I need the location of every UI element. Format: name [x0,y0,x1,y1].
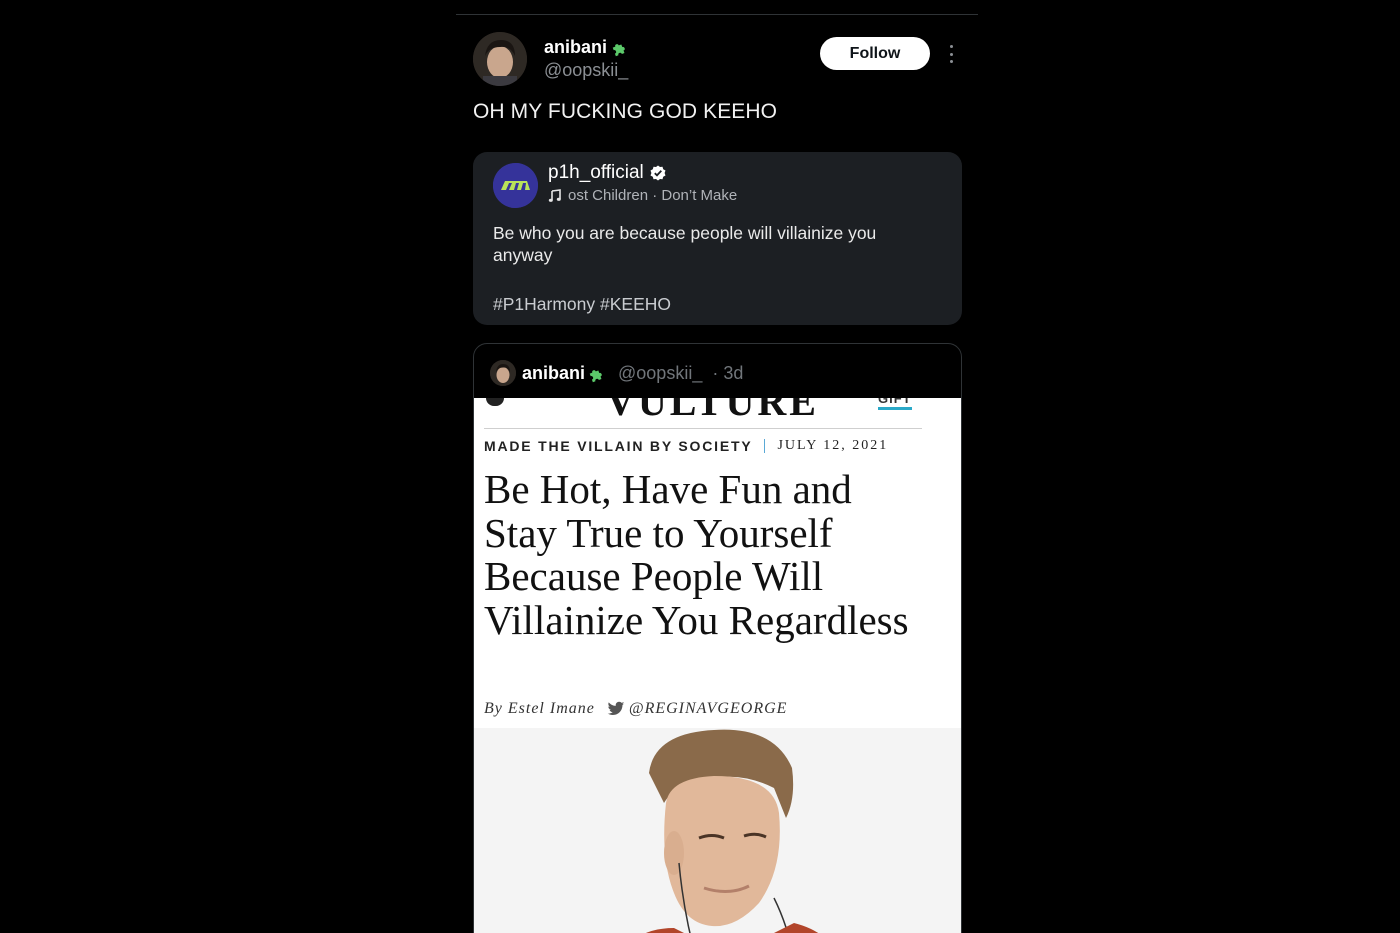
author-avatar[interactable] [473,32,527,86]
quoted-avatar[interactable] [493,163,538,208]
more-icon[interactable] [944,42,958,66]
article-photo [474,728,961,933]
kicker-text: MADE THE VILLAIN BY SOCIETY [484,438,753,454]
twitter-icon [607,701,625,715]
embedded-name[interactable]: anibani [522,363,585,384]
site-badge-icon [486,398,504,406]
byline-twitter: @REGINAVGEORGE [628,700,788,717]
gift-link: GIFT [878,398,912,410]
quoted-name-row[interactable]: p1h_official [548,162,666,184]
quoted-body: Be who you are because people will villa… [493,223,877,265]
article-byline: By Estel Imane @REGINAVGEORGE [484,700,787,718]
author-block: anibani @oopskii_ [544,36,631,81]
post-text: OH MY FUCKING GOD KEEHO [473,100,778,123]
puzzle-icon [589,370,602,383]
verified-icon [650,165,666,181]
embedded-avatar[interactable] [490,360,516,386]
embedded-handle[interactable]: @oopskii_ [618,363,702,384]
article-screenshot[interactable]: VULTURE GIFT MADE THE VILLAIN BY SOCIETY… [474,398,961,933]
embedded-post[interactable]: anibani @oopskii_ · 3d VULTURE GIFT MADE… [473,343,962,933]
embedded-name-row[interactable]: anibani [522,362,608,384]
author-name-row[interactable]: anibani [544,36,631,58]
author-handle[interactable]: @oopskii_ [544,59,631,81]
quoted-post[interactable]: p1h_official ost Children · Don’t Make B… [473,152,962,325]
quoted-music-row[interactable]: ost Children · Don’t Make [548,187,737,204]
follow-button[interactable]: Follow [820,37,930,70]
author-name[interactable]: anibani [544,36,607,58]
article-kicker: MADE THE VILLAIN BY SOCIETY JULY 12, 202… [484,438,888,454]
quoted-music-label: ost Children · Don’t Make [568,187,738,204]
article-rule [484,428,922,429]
article-date: JULY 12, 2021 [777,438,889,453]
article-headline: Be Hot, Have Fun and Stay True to Yourse… [484,466,909,643]
quoted-hashtags[interactable]: #P1Harmony #KEEHO [493,294,671,315]
puzzle-icon [612,44,625,57]
publication-logo: VULTURE [606,398,819,424]
music-icon [548,188,561,202]
byline-author: By Estel Imane [484,700,595,717]
embedded-age: · 3d [712,362,744,383]
quoted-name[interactable]: p1h_official [548,162,644,184]
embedded-header: anibani @oopskii_ · 3d [490,359,743,387]
top-divider [456,14,978,15]
kicker-separator [764,439,766,453]
